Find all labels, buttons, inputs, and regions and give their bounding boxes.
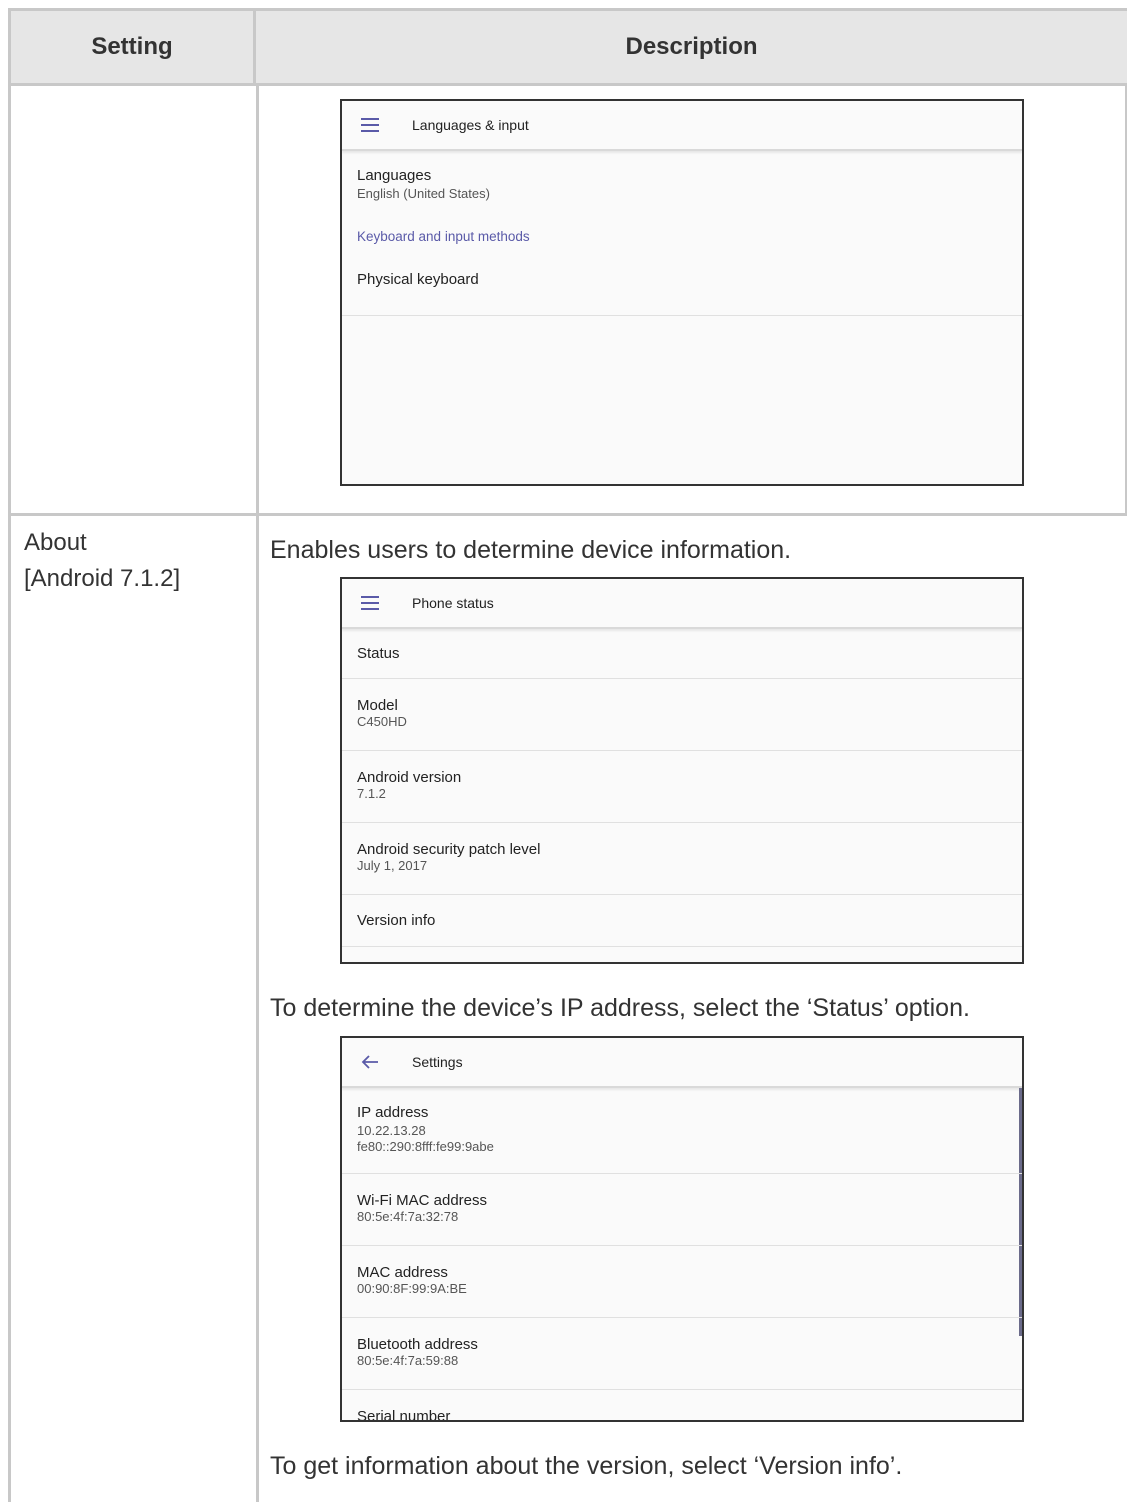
header-description: Description xyxy=(625,33,758,60)
about-intro: Enables users to determine device inform… xyxy=(270,536,792,564)
app-bar: Phone status xyxy=(342,579,1022,629)
android-version-item[interactable]: Android version 7.1.2 xyxy=(342,751,1022,823)
column-divider xyxy=(256,83,259,1502)
category-keyboard: Keyboard and input methods xyxy=(357,229,530,244)
item-title: Wi-Fi MAC address xyxy=(357,1192,488,1209)
item-title: Android security patch level xyxy=(357,841,541,858)
bluetooth-address-item[interactable]: Bluetooth address 80:5e:4f:7a:59:88 xyxy=(342,1318,1022,1390)
item-value: 80:5e:4f:7a:32:78 xyxy=(357,1209,459,1224)
languages-item[interactable]: Languages English (United States) xyxy=(342,151,1022,227)
languages-title: Languages xyxy=(357,167,432,184)
item-value: 7.1.2 xyxy=(357,786,386,801)
row-divider xyxy=(11,513,1127,516)
serial-number-item[interactable]: Serial number xyxy=(342,1390,1022,1422)
back-arrow-icon[interactable] xyxy=(358,1050,382,1074)
item-value: July 1, 2017 xyxy=(357,858,428,873)
item-title: Status xyxy=(357,645,400,662)
version-info-item[interactable]: Version info xyxy=(342,895,1022,947)
setting-about: About [Android 7.1.2] xyxy=(24,529,181,592)
item-title: Model xyxy=(357,697,398,714)
screen-title: Languages & input xyxy=(412,117,529,133)
screen-title: Settings xyxy=(412,1054,463,1070)
header-setting: Setting xyxy=(11,11,256,83)
ipv6-value: fe80::290:8fff:fe99:9abe xyxy=(357,1139,494,1154)
version-instruction: To get information about the version, se… xyxy=(270,1452,903,1480)
wifi-mac-item[interactable]: Wi-Fi MAC address 80:5e:4f:7a:32:78 xyxy=(342,1174,1022,1246)
physical-keyboard-item[interactable]: Physical keyboard xyxy=(342,261,1022,316)
item-value: C450HD xyxy=(357,714,407,729)
ip-address-item[interactable]: IP address 10.22.13.28 fe80::290:8fff:fe… xyxy=(342,1088,1022,1174)
ip-instruction: To determine the device’s IP address, se… xyxy=(270,994,970,1022)
item-title: Serial number xyxy=(357,1408,451,1422)
settings-status-screenshot: Settings IP address 10.22.13.28 fe80::29… xyxy=(340,1036,1024,1422)
item-value: 80:5e:4f:7a:59:88 xyxy=(357,1353,459,1368)
item-title: Android version xyxy=(357,769,462,786)
status-item[interactable]: Status xyxy=(342,629,1022,679)
languages-value: English (United States) xyxy=(357,186,490,201)
physical-keyboard-title: Physical keyboard xyxy=(357,271,479,288)
languages-input-screenshot: Languages & input Languages English (Uni… xyxy=(340,99,1024,486)
app-bar: Languages & input xyxy=(342,101,1022,151)
item-title: Bluetooth address xyxy=(357,1336,478,1353)
hamburger-menu-icon[interactable] xyxy=(358,591,382,615)
model-item[interactable]: Model C450HD xyxy=(342,679,1022,751)
item-title: MAC address xyxy=(357,1264,448,1281)
item-title: Version info xyxy=(357,912,436,929)
security-patch-item[interactable]: Android security patch level July 1, 201… xyxy=(342,823,1022,895)
item-value: 00:90:8F:99:9A:BE xyxy=(357,1281,467,1296)
table-header: Setting Description xyxy=(11,11,1127,86)
ipv4-value: 10.22.13.28 xyxy=(357,1123,426,1138)
phone-status-screenshot: Phone status Status Model C450HD Android… xyxy=(340,577,1024,964)
app-bar: Settings xyxy=(342,1038,1022,1088)
mac-address-item[interactable]: MAC address 00:90:8F:99:9A:BE xyxy=(342,1246,1022,1318)
hamburger-menu-icon[interactable] xyxy=(358,113,382,137)
item-title: IP address xyxy=(357,1104,429,1121)
screen-title: Phone status xyxy=(412,595,494,611)
